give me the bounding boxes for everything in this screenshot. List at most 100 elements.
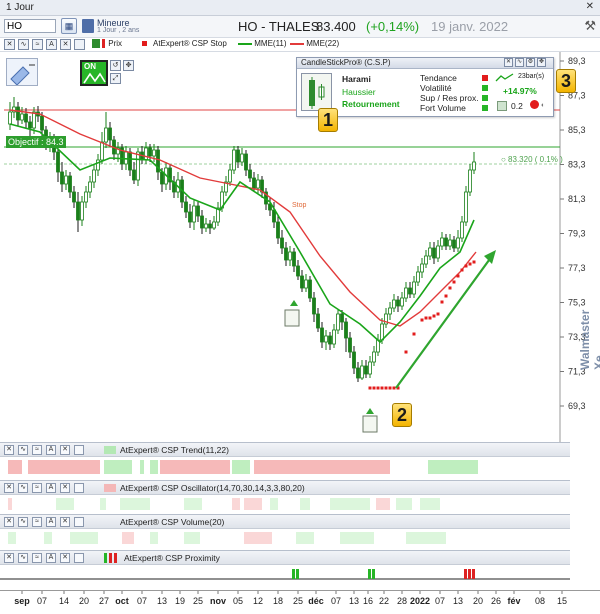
proximity-bar: [368, 569, 371, 579]
panel-prox-wave-icon[interactable]: ∿: [18, 553, 28, 563]
x-tick-label: 19: [175, 596, 185, 606]
period-sub-label: 1 Jour , 2 ans: [97, 27, 140, 34]
panel-oscillator-header[interactable]: ✕ ∿ ≈ A ✕ AtExpert® CSP Oscillator(14,70…: [0, 480, 570, 495]
candle-body: [300, 275, 304, 289]
on-toggle[interactable]: ON: [80, 60, 108, 86]
indicator-block: [122, 532, 134, 544]
text-tool-icon[interactable]: A: [46, 39, 57, 50]
candle-body: [248, 169, 252, 179]
panel-trend-tool-icon[interactable]: ✕: [4, 445, 14, 455]
panel-vol-tool-icon[interactable]: ✕: [4, 517, 14, 527]
panel-osc-close-icon[interactable]: ✕: [60, 483, 70, 493]
candle-body: [192, 205, 196, 223]
panel-volume-header[interactable]: ✕ ∿ ≈ A ✕ AtExpert® CSP Volume(20): [0, 514, 570, 529]
popup-chart-icon[interactable]: ∿: [515, 58, 524, 67]
panel-prox-close-icon[interactable]: ✕: [60, 553, 70, 563]
window-title: 1 Jour: [6, 2, 34, 13]
panel-osc-zigzag-icon[interactable]: ≈: [32, 483, 42, 493]
trend-tool-icon[interactable]: ∿: [18, 39, 29, 50]
legend-mme11[interactable]: MME(11): [238, 39, 287, 48]
crosshair-tool-icon[interactable]: ✕: [4, 39, 15, 50]
period-selector[interactable]: Mineure 1 Jour , 2 ans: [82, 18, 148, 36]
panel-prox-tool-icon[interactable]: ✕: [4, 553, 14, 563]
panel-prox-text-icon[interactable]: A: [46, 553, 56, 563]
refresh-icon[interactable]: ↺: [110, 60, 121, 71]
instrument-name: HO - THALES: [238, 19, 320, 34]
square-tool-icon[interactable]: [74, 39, 85, 50]
panel-vol-close-icon[interactable]: ✕: [60, 517, 70, 527]
legend-prix[interactable]: Prix: [92, 39, 122, 49]
panel-proximity-header[interactable]: ✕ ∿ ≈ A ✕ AtExpert® CSP Proximity: [0, 550, 570, 565]
candle-body: [276, 221, 280, 239]
candle-body: [28, 121, 32, 129]
csp-row-sup-res: Sup / Res prox.: [420, 93, 479, 103]
legend-mme22[interactable]: MME(22): [290, 39, 339, 48]
calendar-icon[interactable]: ▦: [61, 18, 77, 34]
indicator-block: [8, 532, 16, 544]
candle-body: [152, 149, 156, 157]
indicator-block: [104, 460, 132, 474]
indicator-block: [160, 460, 230, 474]
expand-icon[interactable]: ⤢: [110, 73, 121, 84]
panel-trend-zigzag-icon[interactable]: ≈: [32, 445, 42, 455]
candle-body: [336, 313, 340, 331]
panel-vol-text-icon[interactable]: A: [46, 517, 56, 527]
candle-body: [64, 175, 68, 185]
panel-trend-text-icon[interactable]: A: [46, 445, 56, 455]
candle-body: [200, 215, 204, 229]
proximity-bar: [464, 569, 467, 579]
panel-prox-square-icon[interactable]: [74, 553, 84, 563]
trend-strip-svg: [8, 460, 478, 474]
candle-body: [188, 211, 192, 223]
symbol-input[interactable]: [4, 19, 56, 33]
popup-tool-icon[interactable]: ✕: [504, 58, 513, 67]
panel-vol-square-icon[interactable]: [74, 517, 84, 527]
panel-prox-zigzag-icon[interactable]: ≈: [32, 553, 42, 563]
draw-tool-button[interactable]: [6, 58, 38, 86]
tools-icon[interactable]: ⚒: [584, 18, 596, 34]
panel-trend-close-icon[interactable]: ✕: [60, 445, 70, 455]
panel-osc-tool-icon[interactable]: ✕: [4, 483, 14, 493]
candle-body: [72, 191, 76, 203]
panel-trend-strip: [0, 458, 570, 476]
csp-stop-marker: [368, 386, 372, 390]
panel-vol-wave-icon[interactable]: ∿: [18, 517, 28, 527]
popup-settings-icon[interactable]: ⚙: [526, 58, 535, 67]
close-tool-icon[interactable]: ✕: [60, 39, 71, 50]
trend-up-icon: [495, 73, 514, 82]
y-tick-label: 79,3: [568, 229, 586, 239]
panel-vol-zigzag-icon[interactable]: ≈: [32, 517, 42, 527]
pin-icon[interactable]: ✕: [586, 1, 594, 12]
panel-trend-wave-icon[interactable]: ∿: [18, 445, 28, 455]
move-icon[interactable]: ✥: [123, 60, 134, 71]
csp-row-fort-volume: Fort Volume: [420, 103, 466, 113]
x-tick-label: nov: [210, 596, 226, 606]
panel-osc-square-icon[interactable]: [74, 483, 84, 493]
x-tick-label: fév: [507, 596, 520, 606]
candle-body: [144, 147, 148, 161]
candle-body: [228, 169, 232, 183]
stop-marker-label: Stop: [292, 202, 307, 209]
x-tick-label: 2022: [410, 596, 430, 606]
indicator-block: [340, 532, 374, 544]
candle-body: [320, 327, 324, 343]
panel-osc-text-icon[interactable]: A: [46, 483, 56, 493]
indicator-block: [184, 498, 202, 510]
y-tick-label: 69,3: [568, 401, 586, 411]
wave-tool-icon[interactable]: ≈: [32, 39, 43, 50]
period-icon: [82, 19, 94, 33]
gauge-icon: ◐: [541, 102, 546, 109]
indicator-block: [330, 498, 370, 510]
candle-body: [388, 307, 392, 315]
x-tick-label: 22: [379, 596, 389, 606]
x-tick-label: 13: [157, 596, 167, 606]
candle-body: [456, 237, 460, 249]
legend-csp-stop[interactable]: AtExpert® CSP Stop: [142, 39, 227, 48]
panel-trend-header[interactable]: ✕ ∿ ≈ A ✕ AtExpert® CSP Trend(11,22): [0, 442, 570, 457]
proximity-bar: [472, 569, 475, 579]
panel-trend-square-icon[interactable]: [74, 445, 84, 455]
panel-osc-wave-icon[interactable]: ∿: [18, 483, 28, 493]
popup-move-icon[interactable]: ✥: [537, 58, 546, 67]
candle-body: [432, 247, 436, 259]
candle-body: [360, 365, 364, 379]
